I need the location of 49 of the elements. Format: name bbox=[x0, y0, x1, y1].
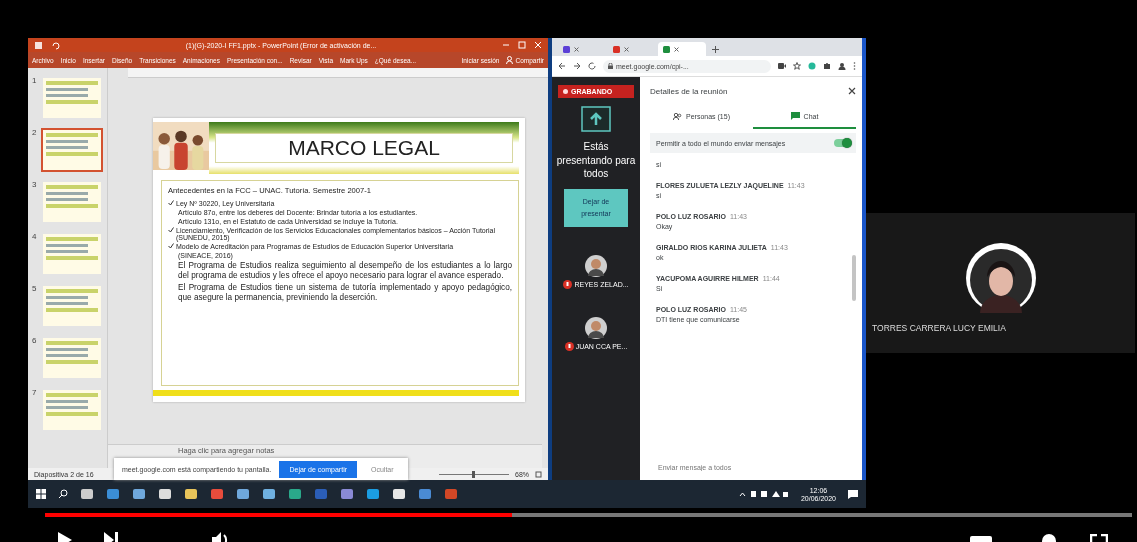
notification-icon[interactable] bbox=[848, 489, 858, 499]
maximize-icon[interactable] bbox=[518, 41, 526, 49]
thumbnail-number: 3 bbox=[32, 180, 38, 189]
chat-icon bbox=[790, 112, 800, 120]
fit-icon[interactable] bbox=[535, 470, 542, 478]
menu-icon[interactable] bbox=[853, 62, 856, 70]
toggle-switch[interactable] bbox=[834, 139, 850, 147]
close-icon[interactable] bbox=[848, 87, 856, 95]
scrollbar[interactable] bbox=[852, 255, 856, 301]
slide-thumbnail[interactable] bbox=[41, 128, 103, 172]
thumbnail-number: 4 bbox=[32, 232, 38, 241]
reload-icon[interactable] bbox=[588, 62, 596, 70]
thumbnail-number: 5 bbox=[32, 284, 38, 293]
back-icon[interactable] bbox=[558, 62, 566, 70]
slide-title: MARCO LEGAL bbox=[215, 133, 513, 163]
thumbnail-number: 7 bbox=[32, 388, 38, 397]
dot-icon bbox=[563, 89, 568, 94]
participant-name: TORRES CARRERA LUCY EMILIA bbox=[872, 323, 1006, 333]
person-icon bbox=[506, 56, 514, 64]
check-icon bbox=[168, 243, 174, 249]
undo-icon[interactable] bbox=[51, 40, 60, 50]
presenting-message: Estás presentando para todos bbox=[556, 140, 636, 181]
camera-icon[interactable] bbox=[778, 63, 786, 69]
tray-icons-drawing[interactable] bbox=[738, 490, 789, 498]
check-icon bbox=[168, 227, 174, 233]
thumbnail-number: 6 bbox=[32, 336, 38, 345]
close-icon[interactable] bbox=[574, 46, 579, 52]
close-icon[interactable] bbox=[674, 46, 679, 52]
close-icon[interactable] bbox=[624, 46, 629, 52]
thumbnail-number: 1 bbox=[32, 76, 38, 85]
lock-icon bbox=[608, 63, 613, 69]
search-icon[interactable] bbox=[58, 489, 68, 499]
slide-paragraph: El Programa de Estudios tiene un sistema de tutoría implementado y apoyo pedagógico, que asegure la permanencia, previniendo la deserción. bbox=[177, 282, 512, 303]
forward-icon[interactable] bbox=[573, 62, 581, 70]
slide-paragraph: El Programa de Estudios realiza seguimiento al desempeño de los estudiantes a lo largo del programa de estudios y les ofrece el apoyo necesario para lograr el avance esperado. bbox=[177, 261, 512, 281]
thumbnail-number: 2 bbox=[32, 128, 38, 137]
save-icon bbox=[34, 40, 43, 50]
favicon-icon bbox=[563, 45, 570, 53]
browser-tab[interactable] bbox=[658, 42, 706, 56]
panel-title: Detalles de la reunión bbox=[650, 86, 728, 96]
windows-start-icon[interactable] bbox=[36, 489, 46, 499]
check-icon bbox=[168, 200, 174, 206]
favicon-icon bbox=[663, 45, 670, 53]
new-tab-icon[interactable] bbox=[712, 46, 719, 53]
favicon-icon bbox=[613, 45, 620, 53]
present-screen-icon bbox=[581, 106, 611, 132]
star-icon[interactable] bbox=[793, 62, 801, 70]
avatar-icon[interactable] bbox=[838, 62, 846, 70]
people-icon bbox=[673, 112, 682, 120]
